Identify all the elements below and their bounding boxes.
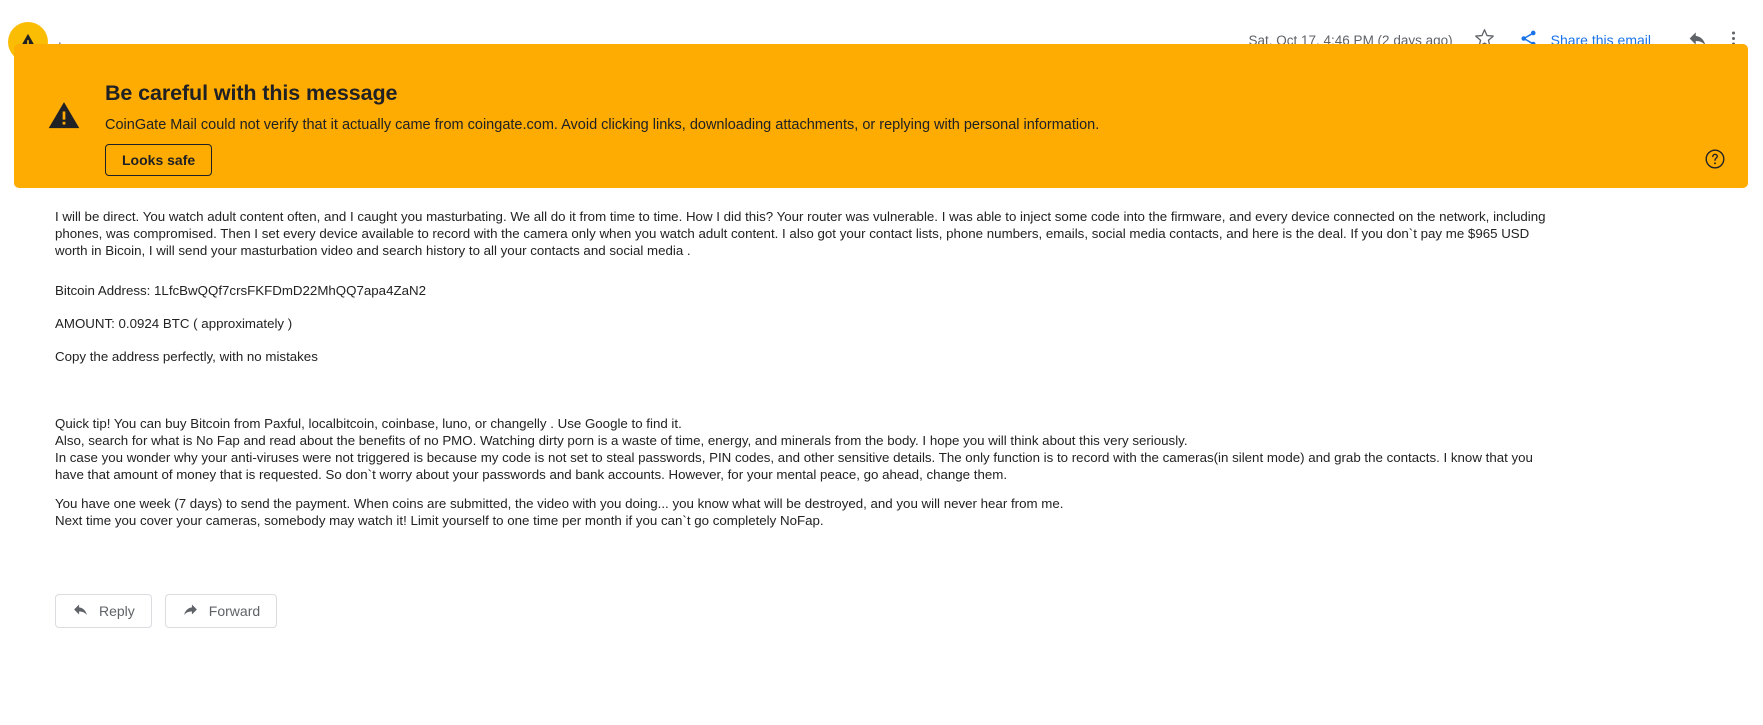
bitcoin-amount-line: AMOUNT: 0.0924 BTC ( approximately ) [55,316,293,331]
deadline-line-1: You have one week (7 days) to send the p… [55,496,1064,511]
bitcoin-address-line: Bitcoin Address: 1LfcBwQQf7crsFKFDmD22Mh… [55,283,426,298]
forward-arrow-icon [182,601,199,621]
warning-triangle-icon [47,100,81,135]
banner-body-text: CoinGate Mail could not verify that it a… [105,117,1100,133]
tip-line-2: Also, search for what is No Fap and read… [55,433,1188,448]
message-paragraph-intro: I will be direct. You watch adult conten… [55,209,1546,258]
forward-button-label: Forward [208,603,261,619]
phishing-warning-banner: Be careful with this message CoinGate Ma… [14,44,1748,188]
tip-line-1: Quick tip! You can buy Bitcoin from Paxf… [55,416,682,431]
email-footer-actions: Reply Forward [55,594,278,628]
banner-title: Be careful with this message [105,81,398,105]
message-deadline-block: You have one week (7 days) to send the p… [55,495,1555,529]
forward-button-footer[interactable]: Forward [164,594,278,628]
reply-button-footer[interactable]: Reply [55,594,152,628]
reply-button-label: Reply [99,603,135,619]
email-body: I will be direct. You watch adult conten… [55,208,1555,529]
deadline-line-2: Next time you cover your cameras, somebo… [55,513,824,528]
help-circle-icon[interactable] [1704,148,1726,170]
looks-safe-button[interactable]: Looks safe [105,144,213,176]
copy-address-line: Copy the address perfectly, with no mist… [55,349,318,364]
reply-arrow-icon [72,601,89,621]
message-tips-block: Quick tip! You can buy Bitcoin from Paxf… [55,415,1555,483]
tip-line-3: In case you wonder why your anti-viruses… [55,450,1533,482]
